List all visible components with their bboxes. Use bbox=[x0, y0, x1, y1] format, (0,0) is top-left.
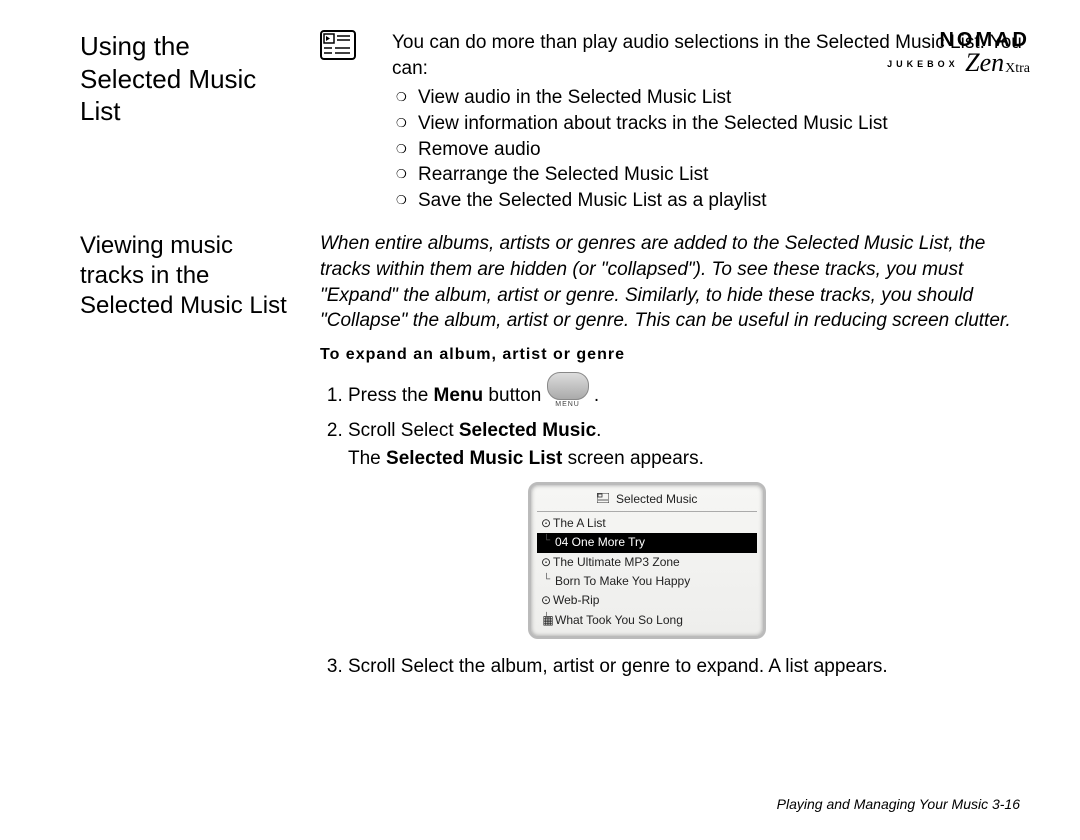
device-title: Selected Music bbox=[537, 491, 757, 512]
bullet-item: View audio in the Selected Music List bbox=[418, 85, 1030, 111]
list-item: ⊙The A List bbox=[537, 514, 757, 533]
section-heading-text: Using the Selected Music List bbox=[80, 31, 256, 126]
bullet-item: Rearrange the Selected Music List bbox=[418, 162, 1030, 188]
brand-zen: Zen bbox=[965, 50, 1004, 76]
expand-subhead: To expand an album, artist or genre bbox=[320, 344, 1030, 366]
step-3: Scroll Select the album, artist or genre… bbox=[348, 653, 1030, 681]
section-heading: Using the Selected Music List bbox=[80, 30, 290, 213]
section2-heading: Viewing music tracks in the Selected Mus… bbox=[80, 231, 290, 688]
brand-logo: NOMAD JUKEBOX ZenXtra bbox=[887, 30, 1030, 76]
section-viewing-tracks: Viewing music tracks in the Selected Mus… bbox=[80, 231, 1030, 688]
device-screenshot: Selected Music ⊙The A List 04 One More T… bbox=[528, 482, 766, 639]
brand-jukebox: JUKEBOX bbox=[887, 60, 959, 69]
page-footer: Playing and Managing Your Music 3-16 bbox=[777, 796, 1020, 812]
brand-xtra: Xtra bbox=[1005, 62, 1030, 76]
bullet-item: Save the Selected Music List as a playli… bbox=[418, 188, 1030, 214]
step-2: Scroll Select Selected Music. The Select… bbox=[348, 417, 1030, 639]
bullet-item: View information about tracks in the Sel… bbox=[418, 111, 1030, 137]
list-item: ▦What Took You So Long bbox=[537, 611, 757, 630]
device-header-icon bbox=[597, 491, 609, 508]
bullet-item: Remove audio bbox=[418, 137, 1030, 163]
list-item: 04 One More Try bbox=[537, 533, 757, 552]
list-item: ⊙Web-Rip bbox=[537, 591, 757, 610]
section1-bullets: View audio in the Selected Music List Vi… bbox=[392, 85, 1030, 213]
section2-content: When entire albums, artists or genres ar… bbox=[320, 231, 1030, 688]
menu-button-icon: MENU bbox=[547, 372, 589, 400]
steps-list: Press the Menu button MENU . Scroll Sele… bbox=[320, 382, 1030, 681]
brand-nomad: NOMAD bbox=[887, 30, 1030, 50]
step-1: Press the Menu button MENU . bbox=[348, 382, 1030, 410]
list-icon bbox=[320, 30, 356, 213]
list-item: ⊙The Ultimate MP3 Zone bbox=[537, 553, 757, 572]
list-item: Born To Make You Happy bbox=[537, 572, 757, 591]
section2-paragraph: When entire albums, artists or genres ar… bbox=[320, 231, 1030, 334]
